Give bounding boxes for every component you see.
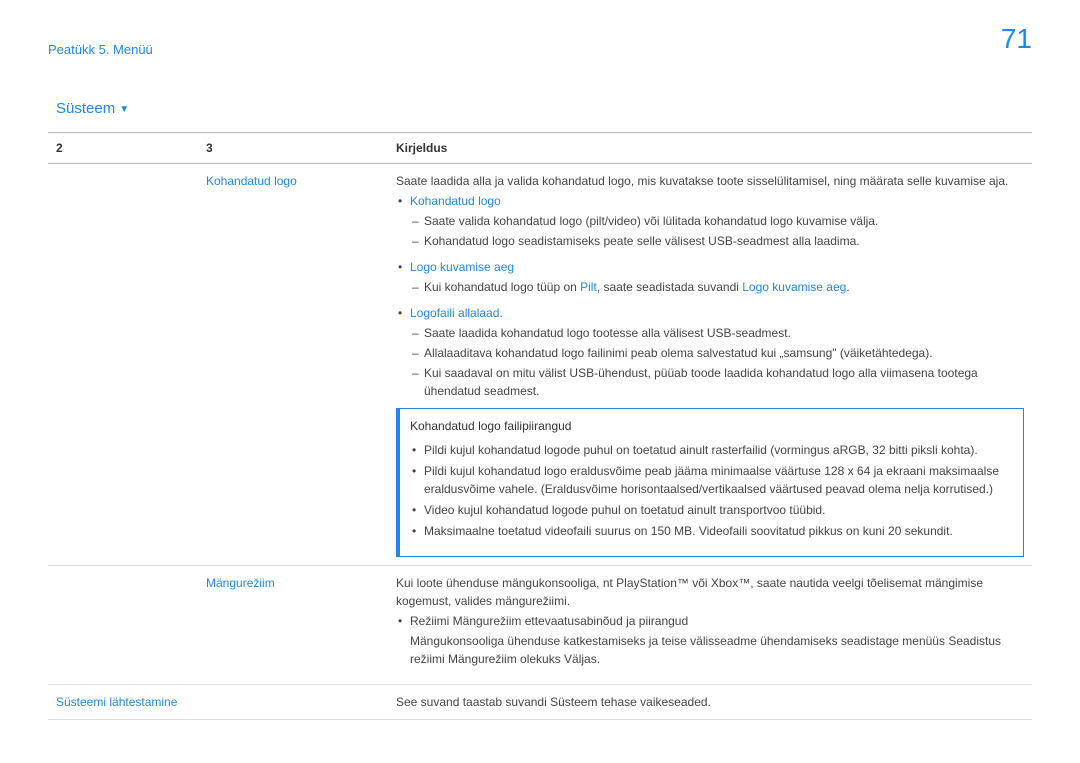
callout-li: Video kujul kohandatud logode puhul on t… [412, 501, 1013, 519]
callout-title: Kohandatud logo failipiirangud [410, 417, 1013, 435]
row2-label: Mängurežiim [198, 566, 388, 685]
row2-li1: Režiimi Mängurežiim ettevaatusabinõud ja… [398, 612, 1024, 668]
b3-title: Logofaili allalaad. [410, 306, 503, 320]
header-desc: Kirjeldus [388, 133, 1032, 164]
callout-li: Maksimaalne toetatud videofaili suurus o… [412, 522, 1013, 540]
callout-li: Pildi kujul kohandatud logode puhul on t… [412, 441, 1013, 459]
settings-table: 2 3 Kirjeldus Kohandatud logo Saate laad… [48, 132, 1032, 720]
section-title-text: Süsteem [56, 100, 115, 117]
callout-li: Pildi kujul kohandatud logo eraldusvõime… [412, 462, 1013, 498]
row2-p1: Kui loote ühenduse mängukonsooliga, nt P… [396, 574, 1024, 610]
b1-s1: Saate valida kohandatud logo (pilt/video… [412, 212, 1024, 230]
breadcrumb: Peatükk 5. Menüü [48, 40, 1032, 60]
row2-li1-sub: Mängukonsooliga ühenduse katkestamiseks … [410, 632, 1024, 668]
b2-s1: Kui kohandatud logo tüüp on Pilt, saate … [412, 278, 1024, 296]
b3-s1: Saate laadida kohandatud logo tootesse a… [412, 324, 1024, 342]
header-2: 2 [48, 133, 198, 164]
chevron-down-icon [115, 100, 129, 117]
b3-s3: Kui saadaval on mitu välist USB-ühendust… [412, 364, 1024, 400]
callout-box: Kohandatud logo failipiirangud Pildi kuj… [396, 408, 1024, 557]
b1-s2: Kohandatud logo seadistamiseks peate sel… [412, 232, 1024, 250]
b1-title: Kohandatud logo [410, 194, 501, 208]
row3-label: Süsteemi lähtestamine [48, 685, 198, 720]
section-title[interactable]: Süsteem [56, 98, 1032, 121]
table-row: Süsteemi lähtestamine See suvand taastab… [48, 685, 1032, 720]
b2-title: Logo kuvamise aeg [410, 260, 514, 274]
table-row: Kohandatud logo Saate laadida alla ja va… [48, 164, 1032, 566]
page-number: 71 [1001, 18, 1032, 60]
header-3: 3 [198, 133, 388, 164]
b3-s2: Allalaaditava kohandatud logo failinimi … [412, 344, 1024, 362]
row1-label: Kohandatud logo [198, 164, 388, 566]
row3-desc: See suvand taastab suvandi Süsteem tehas… [388, 685, 1032, 720]
row1-intro: Saate laadida alla ja valida kohandatud … [396, 172, 1024, 190]
table-row: Mängurežiim Kui loote ühenduse mängukons… [48, 566, 1032, 685]
